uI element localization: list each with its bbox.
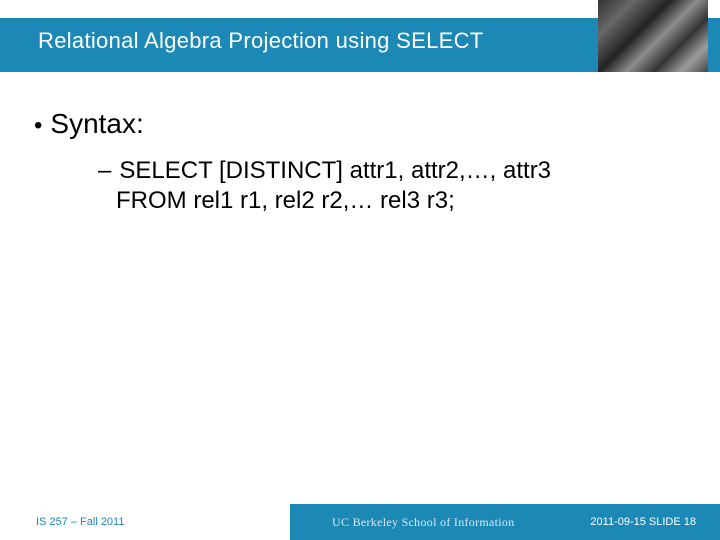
bullet-text: Syntax: [50, 108, 143, 140]
footer-school-name: UC Berkeley School of Information [332, 515, 515, 530]
sub-bullet-line1: SELECT [DISTINCT] attr1, attr2,…, attr3 [119, 156, 551, 186]
footer-course-label: IS 257 – Fall 2011 [36, 504, 124, 540]
footer: IS 257 – Fall 2011 UC Berkeley School of… [0, 504, 720, 540]
header-decorative-photo [598, 0, 708, 72]
bullet-marker: • [34, 112, 42, 140]
bullet-syntax: • Syntax: [34, 108, 674, 140]
sub-bullet-row: – SELECT [DISTINCT] attr1, attr2,…, attr… [98, 156, 674, 186]
sub-bullet-line2: FROM rel1 r1, rel2 r2,… rel3 r3; [116, 186, 674, 216]
header-band: Relational Algebra Projection using SELE… [0, 0, 720, 72]
sub-bullet-marker: – [98, 157, 111, 185]
sub-bullet-block: – SELECT [DISTINCT] attr1, attr2,…, attr… [98, 156, 674, 216]
slide-title: Relational Algebra Projection using SELE… [38, 28, 484, 54]
slide-content: • Syntax: – SELECT [DISTINCT] attr1, att… [34, 108, 674, 216]
footer-date-slide: 2011-09-15 SLIDE 18 [590, 504, 696, 540]
